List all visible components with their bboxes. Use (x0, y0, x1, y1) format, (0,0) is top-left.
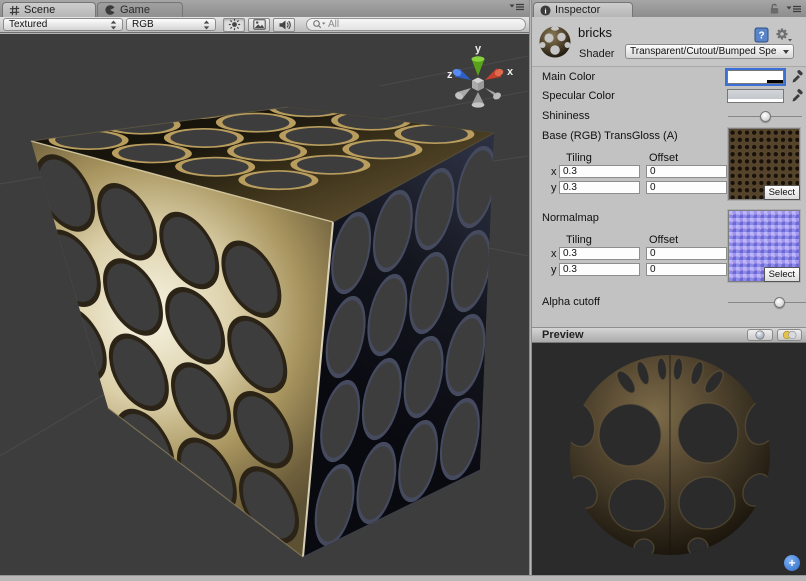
base-offset-x-field[interactable] (646, 165, 727, 178)
skybox-toggle-button[interactable] (248, 18, 270, 32)
shader-label: Shader (579, 48, 614, 60)
lock-icon[interactable] (769, 3, 780, 15)
gear-icon[interactable] (775, 27, 792, 43)
color-mode-value: RGB (132, 19, 203, 30)
scene-grid-icon (9, 5, 20, 16)
shader-dropdown[interactable]: Transparent/Cutout/Bumped Spe (625, 44, 794, 59)
specular-color-label: Specular Color (542, 90, 615, 102)
inspector-pane-menu-icon[interactable] (786, 5, 802, 13)
normal-offset-x-field[interactable] (646, 247, 727, 260)
tab-scene[interactable]: Scene (2, 2, 96, 17)
shininess-slider-thumb[interactable] (760, 111, 771, 122)
normal-tiling-y-field[interactable] (559, 263, 640, 276)
axis-x-label: x (551, 248, 557, 260)
scene-viewport[interactable]: y x z (0, 34, 529, 575)
preview-lighting-button[interactable] (777, 329, 802, 341)
tab-inspector-label: Inspector (555, 4, 600, 16)
audio-toggle-button[interactable] (273, 18, 295, 32)
alpha-cutoff-slider[interactable] (728, 296, 806, 309)
updown-arrows-icon (110, 20, 117, 30)
preview-title: Preview (542, 329, 584, 341)
color-mode-dropdown[interactable]: RGB (126, 18, 216, 31)
base-texture-select-button[interactable]: Select (764, 185, 800, 200)
main-color-swatch[interactable] (727, 70, 784, 84)
svg-text:i: i (544, 6, 546, 15)
help-icon[interactable]: ? (754, 27, 769, 43)
normalmap-select-button[interactable]: Select (764, 267, 800, 282)
plus-icon: + (788, 558, 795, 568)
inspector-panel: i Inspector (532, 0, 806, 575)
scene-panel: Scene Game Textured (0, 0, 529, 575)
shader-value: Transparent/Cutout/Bumped Spe (630, 46, 780, 57)
tab-inspector[interactable]: i Inspector (533, 2, 633, 17)
main-color-label: Main Color (542, 71, 595, 83)
base-tiling-y-field[interactable] (559, 181, 640, 194)
shininess-label: Shininess (542, 110, 590, 122)
axis-y-label: y (551, 182, 557, 194)
base-texture-thumbnail[interactable]: Select (728, 128, 800, 200)
window-status-strip (0, 575, 806, 581)
axis-y-label: y (551, 264, 557, 276)
base-tiling-x-field[interactable] (559, 165, 640, 178)
scene-3d-view: y x z (0, 34, 528, 575)
inspector-tabstrip: i Inspector (532, 0, 806, 18)
sphere-icon (755, 330, 765, 340)
normalmap-label: Normalmap (542, 212, 599, 224)
axis-x-label: x (551, 166, 557, 178)
tiling-label: Tiling (566, 152, 592, 164)
eyedropper-icon[interactable] (790, 89, 803, 102)
unity-editor-window: Scene Game Textured (0, 0, 806, 581)
scene-toolbar: Textured RGB (0, 17, 529, 33)
material-properties: Main Color Specular Color Shininess (532, 66, 806, 327)
offset-label: Offset (649, 234, 678, 246)
offset-label: Offset (649, 152, 678, 164)
gizmo-x-label[interactable]: x (507, 66, 514, 78)
preview-sphere (532, 343, 806, 575)
preview-header[interactable]: Preview (532, 327, 806, 343)
search-icon (312, 19, 326, 30)
shininess-slider[interactable] (728, 110, 802, 123)
gizmo-y-label[interactable]: y (475, 43, 482, 55)
sun-icon (228, 18, 241, 31)
material-name: bricks (578, 25, 612, 40)
base-texture-label: Base (RGB) TransGloss (A) (542, 130, 678, 142)
tab-scene-label: Scene (24, 4, 55, 16)
svg-text:?: ? (758, 31, 764, 42)
tab-game[interactable]: Game (97, 2, 183, 17)
material-ball-thumbnail (538, 25, 572, 59)
two-lights-icon (782, 330, 797, 340)
speaker-icon (278, 19, 291, 31)
scene-orientation-gizmo[interactable]: y x z (447, 43, 514, 108)
dropdown-arrow-icon (783, 50, 789, 54)
draw-mode-value: Textured (9, 19, 110, 30)
normal-offset-y-field[interactable] (646, 263, 727, 276)
scene-pane-menu-icon[interactable] (509, 3, 525, 11)
gizmo-z-label[interactable]: z (447, 69, 453, 81)
lighting-toggle-button[interactable] (223, 18, 245, 32)
game-pacman-icon (104, 4, 116, 16)
specular-color-swatch[interactable] (727, 89, 784, 103)
material-preview[interactable]: + (532, 343, 806, 575)
updown-arrows-icon (203, 20, 210, 30)
alpha-cutoff-label: Alpha cutoff (542, 296, 600, 308)
alpha-cutoff-slider-thumb[interactable] (774, 297, 785, 308)
info-icon: i (540, 5, 551, 16)
tiling-label: Tiling (566, 234, 592, 246)
scene-tabstrip: Scene Game (0, 0, 529, 18)
add-button[interactable]: + (784, 555, 800, 571)
normal-tiling-x-field[interactable] (559, 247, 640, 260)
search-value: All (328, 19, 339, 30)
tab-game-label: Game (120, 4, 150, 16)
draw-mode-dropdown[interactable]: Textured (3, 18, 123, 31)
scene-search-field[interactable]: All (306, 18, 526, 31)
normalmap-thumbnail[interactable]: Select (728, 210, 800, 282)
eyedropper-icon[interactable] (790, 70, 803, 83)
base-offset-y-field[interactable] (646, 181, 727, 194)
material-header: bricks Shader Transparent/Cutout/Bumped … (532, 17, 806, 67)
scene-cube[interactable] (31, 81, 498, 557)
preview-shape-button[interactable] (747, 329, 773, 341)
image-icon (253, 19, 266, 30)
